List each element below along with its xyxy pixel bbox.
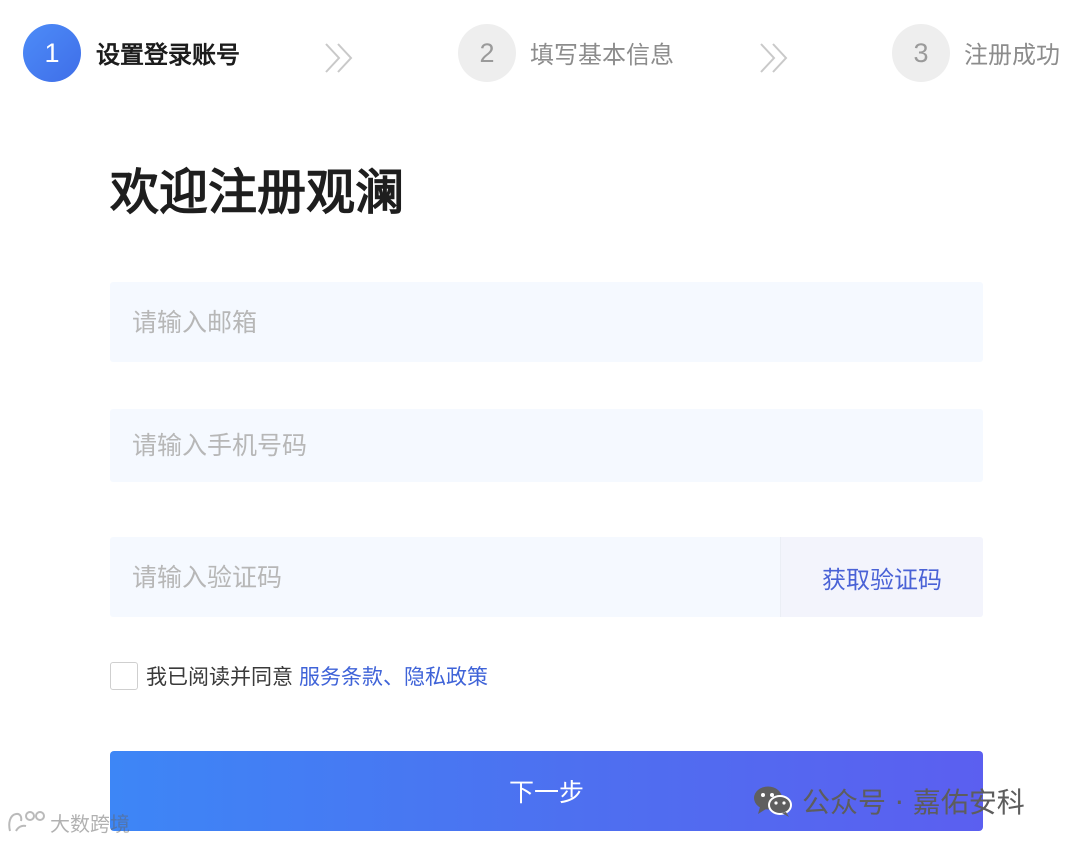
agreement-row: 我已阅读并同意 服务条款、隐私政策 (110, 660, 488, 692)
double-chevron-right-icon (760, 43, 788, 73)
get-verification-code-button[interactable]: 获取验证码 (780, 537, 983, 617)
phone-input[interactable] (110, 409, 983, 482)
double-chevron-right-icon (325, 43, 353, 73)
step-3-number: 3 (892, 24, 950, 82)
step-2-number: 2 (458, 24, 516, 82)
email-input[interactable] (110, 282, 983, 362)
verification-code-field: 获取验证码 (110, 537, 983, 617)
email-field (110, 282, 983, 362)
agreement-text: 我已阅读并同意 (146, 665, 293, 689)
phone-field (110, 409, 983, 482)
step-3-label: 注册成功 (964, 41, 1060, 69)
step-1-label: 设置登录账号 (96, 41, 240, 69)
terms-privacy-link[interactable]: 服务条款、隐私政策 (299, 661, 488, 691)
hand-logo-icon (8, 811, 45, 832)
agreement-checkbox[interactable] (110, 662, 138, 690)
step-1-number: 1 (23, 24, 81, 82)
wechat-icon (754, 786, 792, 817)
verification-code-input[interactable] (110, 537, 780, 617)
registration-stepper: 1 设置登录账号 2 填写基本信息 3 注册成功 (0, 0, 1080, 110)
watermark-right: 公众号 · 嘉佑安科 (752, 781, 1025, 821)
page-title: 欢迎注册观澜 (110, 164, 405, 221)
watermark-left: 大数跨境 (6, 806, 130, 838)
watermark-left-text: 大数跨境 (50, 811, 130, 836)
watermark-right-text: 公众号 · 嘉佑安科 (802, 786, 1025, 819)
step-2-label: 填写基本信息 (530, 41, 674, 69)
